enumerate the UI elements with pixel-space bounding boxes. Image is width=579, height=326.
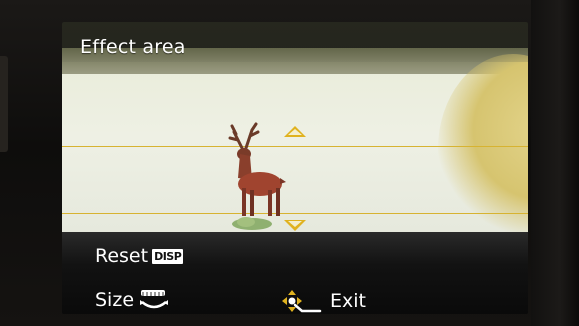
cursor-pad-icon <box>282 290 322 313</box>
screen-title: Effect area <box>80 36 186 58</box>
scene-yellow-arc <box>438 54 528 244</box>
exit-control[interactable]: Exit <box>280 288 366 314</box>
exit-label: Exit <box>330 290 366 312</box>
reset-label: Reset <box>95 245 149 267</box>
size-label: Size <box>95 289 135 311</box>
rear-dial-icon <box>140 290 169 309</box>
reset-control[interactable]: Reset DISP <box>95 244 184 268</box>
title-bar: Effect area <box>62 22 528 62</box>
bezel-notch <box>0 56 8 152</box>
size-control[interactable]: Size <box>95 288 170 312</box>
deer-figurine <box>228 122 286 230</box>
lcd-screen: Effect area Reset DISP Size Exit <box>62 22 528 314</box>
bezel-right-edge <box>531 0 579 326</box>
disp-button-icon: DISP <box>152 248 184 264</box>
